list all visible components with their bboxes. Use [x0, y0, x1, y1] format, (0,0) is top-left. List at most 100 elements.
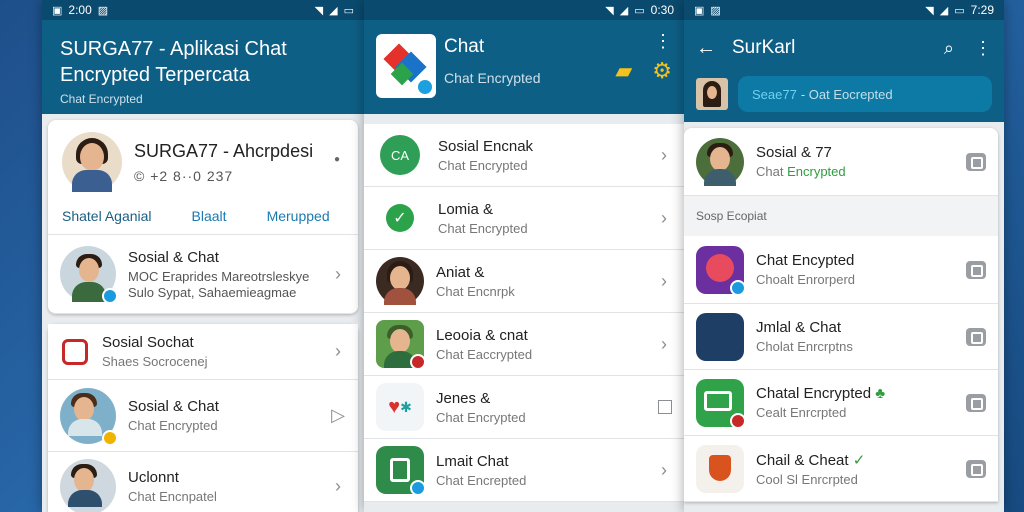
chat-preview: Chat Encrypted: [438, 220, 528, 236]
chat-preview: MOC Eraprides Mareotrsleskye: [128, 268, 310, 284]
play-icon: ▷: [331, 405, 345, 425]
signal-icon: ◢: [329, 4, 338, 17]
chat-row[interactable]: ✓ Lomia & Chat Encrypted ›: [364, 187, 684, 250]
app-title: Chat: [444, 36, 485, 57]
signal-icon: ◢: [939, 4, 949, 17]
chat-name: Sosial & 77: [756, 144, 832, 161]
chat-name: Jenes &: [436, 389, 491, 407]
message-icon[interactable]: [966, 393, 986, 412]
alert-badge-icon: [410, 354, 426, 370]
chat-name: Sosial Encnak: [438, 137, 534, 155]
chat-app-icon: [376, 446, 426, 496]
profile-action-3[interactable]: Merupped: [267, 208, 330, 224]
verified-badge-icon: [730, 279, 746, 296]
chat-row[interactable]: Sosial & Chat Chat Encrypted ▷: [48, 380, 358, 452]
chat-list: Sosial Sochat Shaes Socrocenej › Sosial …: [48, 324, 358, 512]
sticky-note-icon[interactable]: ▰: [615, 58, 632, 84]
search-icon[interactable]: ⌕: [944, 38, 954, 59]
chat-list: CA Sosial Encnak Chat Encrypted › ✓ Lomi…: [364, 124, 684, 502]
profile-action-1[interactable]: Shatel Aganial: [62, 208, 152, 224]
chevron-right-icon: ›: [335, 263, 341, 284]
chat-row[interactable]: Leooia & cnat Chat Eaccrypted ›: [364, 313, 684, 376]
verified-badge-icon: [410, 480, 426, 496]
chat-row[interactable]: Chatal Encrypted ♣ Cealt Enrcrpted: [684, 370, 998, 436]
chat-preview: Cholat Enrcrptns: [756, 339, 853, 354]
chat-preview: Chat: [756, 164, 784, 179]
gear-icon[interactable]: ⚙: [652, 58, 672, 84]
more-dot-icon[interactable]: ●: [334, 154, 340, 165]
chat-row[interactable]: Sosial Sochat Shaes Socrocenej ›: [48, 324, 358, 380]
message-icon[interactable]: [966, 260, 986, 279]
chat-preview: Choalt Enrorperd: [756, 272, 855, 287]
chat-name: Lmait Chat: [436, 452, 509, 470]
message-icon[interactable]: [966, 152, 986, 171]
avatar: [376, 320, 426, 370]
encrypted-label: Encrypted: [787, 164, 846, 179]
chat-name: Chat Encypted: [756, 252, 855, 269]
checkbox[interactable]: [658, 400, 672, 414]
chat-name: Sosial Sochat: [102, 334, 194, 351]
more-menu-icon[interactable]: ⋮: [654, 32, 672, 50]
chevron-right-icon: ›: [335, 476, 341, 496]
alert-badge-icon: [730, 412, 746, 429]
status-bar: ◥ ◢ ▭ 0:30: [364, 0, 684, 20]
avatar: [60, 387, 118, 446]
chat-row[interactable]: Jmlal & Chat Cholat Enrcrptns: [684, 304, 998, 370]
chat-name: Leooia & cnat: [436, 326, 528, 344]
chat-row[interactable]: Chat Encypted Choalt Enrorperd: [684, 236, 998, 304]
back-arrow-icon[interactable]: ←: [696, 37, 732, 60]
profile-number: © +2 8··0 237: [134, 167, 234, 184]
more-menu-icon[interactable]: ⋮: [974, 39, 992, 57]
chat-row[interactable]: CA Sosial Encnak Chat Encrypted ›: [364, 124, 684, 187]
wifi-icon: ◥: [314, 4, 324, 17]
chat-row[interactable]: Sosial & Chat MOC Eraprides Mareotrslesk…: [48, 234, 358, 314]
chevron-right-icon: ›: [661, 333, 667, 354]
chat-name: Uclonnt: [128, 469, 179, 486]
chat-name: Sosial & Chat: [128, 248, 219, 266]
avatar: [696, 312, 744, 361]
chat-row[interactable]: Aniat & Chat Encnrpk ›: [364, 250, 684, 313]
wifi-icon: ◥: [925, 4, 934, 17]
verified-badge-icon: [102, 288, 118, 304]
profile-name: SURGA77 - Ahcrpdesi: [134, 140, 314, 161]
chat-preview: Chat Encrypted: [438, 157, 528, 173]
chat-row[interactable]: Chail & Cheat ✓ Cool Sl Enrcrpted: [684, 436, 998, 502]
status-time: 2:00: [68, 3, 92, 17]
message-icon[interactable]: [966, 459, 986, 478]
app-subtitle: Chat Encrypted: [444, 70, 541, 86]
message-icon[interactable]: [966, 327, 986, 346]
app-bar: ← SurKarl ⌕ ⋮ Seae77 - Oat Eocrepted: [684, 20, 1004, 122]
chat-preview-2: Sulo Sypat, Sahaemieagmae: [128, 284, 297, 300]
avatar: [60, 458, 116, 512]
plant-icon: ♣: [875, 385, 886, 402]
status-bar: ▣ ▨ ◥ ◢ ▭ 7:29: [684, 0, 1004, 20]
chat-row[interactable]: Sosial & 77 Chat Encrypted: [684, 128, 998, 196]
phone-screen-1: ▣ 2:00 ▨ ◥ ◢ ▭ SURGA77 - Aplikasi Chat E…: [42, 0, 364, 512]
chat-preview: Chat Encrepted: [436, 472, 527, 488]
avatar-initials: CA: [390, 147, 410, 163]
chevron-right-icon: ›: [661, 144, 667, 165]
avatar: [696, 137, 744, 186]
heart-icon: ♥ ✱: [376, 383, 424, 431]
chat-preview: Chat Encnrpk: [436, 283, 515, 299]
status-bar: ▣ 2:00 ▨ ◥ ◢ ▭: [42, 0, 364, 20]
avatar: CA: [380, 135, 420, 175]
chat-preview: Chat Encnpatel: [128, 489, 217, 504]
chat-name: Jmlal & Chat: [756, 319, 842, 336]
app-subtitle: Chat Encrypted: [60, 92, 143, 106]
chat-row[interactable]: Lmait Chat Chat Encrepted ›: [364, 439, 684, 502]
chat-row[interactable]: ♥ ✱ Jenes & Chat Encrypted: [364, 376, 684, 439]
check-icon: ✓: [386, 204, 414, 232]
app-bar: SURGA77 - Aplikasi Chat Encrypted Terper…: [42, 20, 364, 114]
status-time: 0:30: [650, 3, 674, 17]
profile-card: SURGA77 - Ahcrpdesi © +2 8··0 237 ● Shat…: [48, 120, 358, 314]
chat-name: Aniat &: [436, 263, 485, 281]
avatar: [60, 246, 118, 304]
search-input[interactable]: Seae77 - Oat Eocrepted: [738, 76, 992, 112]
chat-row[interactable]: Uclonnt Chat Encnpatel ›: [48, 452, 358, 512]
profile-avatar[interactable]: [62, 132, 122, 192]
check-icon: ✓: [852, 451, 866, 469]
notification-icon: ▣: [52, 4, 63, 17]
avatar: [376, 257, 424, 305]
profile-action-2[interactable]: Blaalt: [192, 208, 227, 224]
